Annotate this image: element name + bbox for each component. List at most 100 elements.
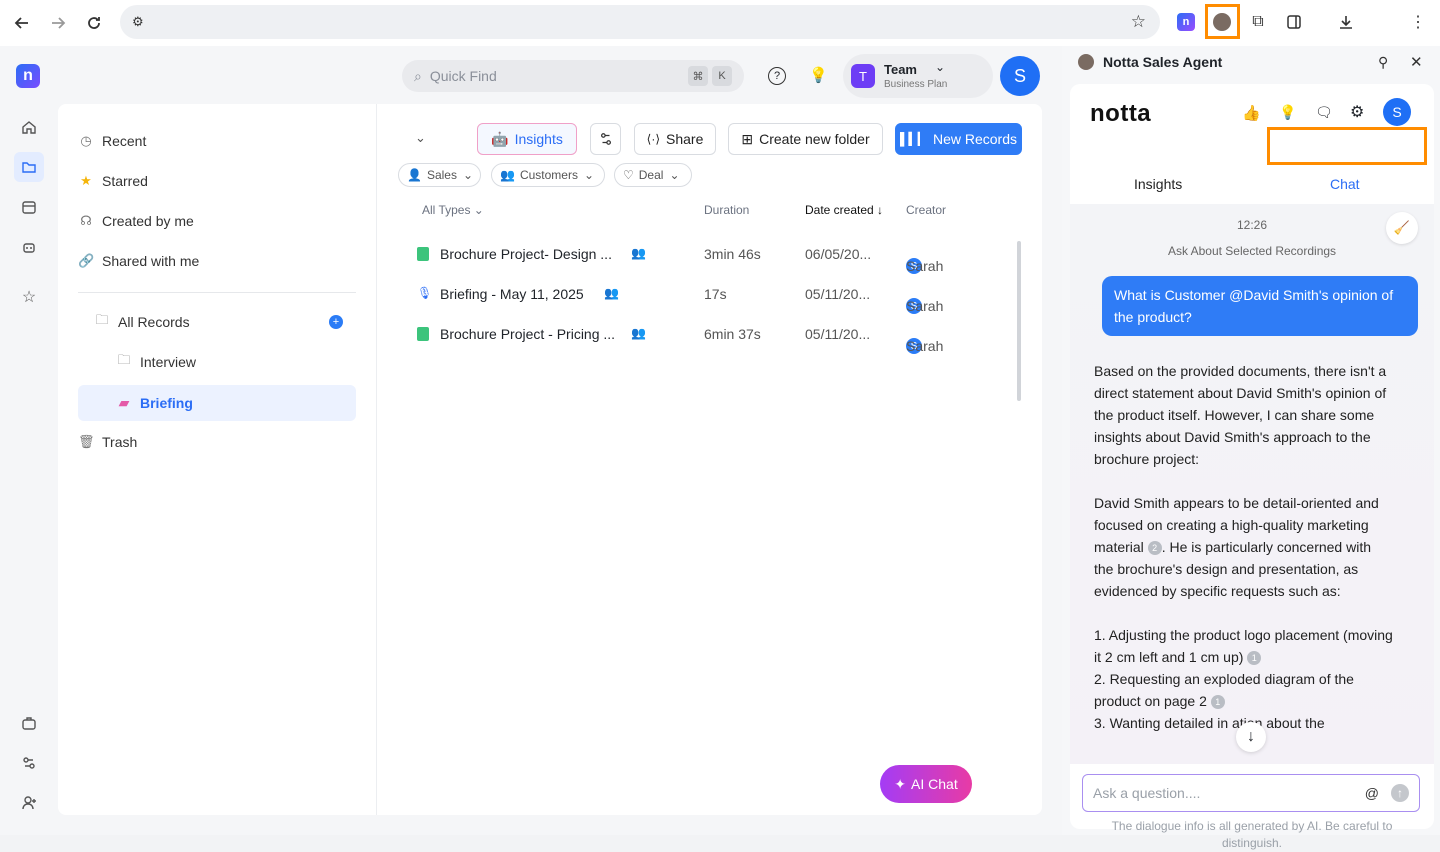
filter-customers[interactable]: 👥 Customers ⌄ [491,163,605,187]
citation-badge[interactable]: 1 [1247,651,1262,665]
help-icon[interactable]: ? [768,67,786,85]
table-row[interactable]: Brochure Project - Pricing ... 👥 6min 37… [417,314,997,354]
folder-icon[interactable] [14,152,44,182]
mention-icon[interactable]: @ [1365,785,1379,801]
address-bar[interactable]: ⚙ ☆ [120,5,1160,39]
sidebar-item-all-records[interactable]: 🗀 All Records [94,304,190,340]
ask-placeholder: Ask a question.... [1093,785,1201,801]
ai-chat-button[interactable]: ✦ AI Chat [880,765,972,803]
sidebar-item-interview[interactable]: 🗀 Interview [116,344,196,380]
insights-button[interactable]: 🤖 Insights [477,123,577,155]
send-icon[interactable]: ↑ [1391,784,1409,802]
filter-sales[interactable]: 👤 Sales ⌄ [398,163,481,187]
audio-file-icon [417,247,429,261]
sidebar-item-briefing[interactable]: ▰ Briefing [116,385,193,421]
create-folder-button[interactable]: ⊞ Create new folder [728,123,883,155]
record-date: 05/11/20... [805,326,871,342]
reload-icon[interactable] [76,5,112,41]
person-icon: 👤 [407,168,422,182]
chevron-down-icon: ⌄ [462,168,474,182]
gear-icon[interactable]: ⚙ [1350,102,1364,122]
collapse-chevron-icon[interactable]: ⌄ [415,130,426,146]
sparkle-icon: ✦ [894,775,907,792]
tab-chat[interactable]: Chat [1330,176,1360,192]
star-icon[interactable]: ☆ [1131,12,1146,32]
side-panel-header: Notta Sales Agent [1078,54,1222,70]
sidebar-item-recent[interactable]: ◷ Recent [78,123,146,159]
share-icon: ⟨·⟩ [646,132,660,146]
citation-badge[interactable]: 2 [1147,541,1162,555]
user-avatar[interactable]: S [1383,98,1411,126]
notta-extension-icon[interactable]: n [1170,6,1202,38]
star-icon: ★ [80,173,92,188]
search-icon: ⌕ [414,67,422,84]
download-icon[interactable] [1330,6,1362,38]
sidebar-item-trash[interactable]: 🗑 Trash [78,424,137,460]
trash-icon: 🗑 [78,434,95,449]
share-button-label: Share [666,131,704,147]
tab-insights[interactable]: Insights [1134,176,1182,192]
pin-icon[interactable]: ⚲ [1378,54,1388,71]
bot-icon[interactable] [14,232,44,262]
home-icon[interactable] [14,112,44,142]
notta-logo-icon[interactable]: n [16,64,40,88]
filter-label: Sales [426,168,457,182]
favorites-star-icon[interactable]: ☆ [14,282,44,312]
new-records-button[interactable]: ▌▍▎ New Records [895,123,1022,155]
sidebar-item-label: Interview [140,354,197,370]
filter-label: Customers [519,168,578,182]
broom-icon[interactable]: 🧹 [1386,212,1418,244]
date-created-header[interactable]: Date created ↓ [805,203,883,217]
creator-header[interactable]: Creator [906,203,946,217]
forward-icon[interactable] [40,5,76,41]
integrations-icon[interactable] [14,748,44,778]
side-panel-icon[interactable] [1278,6,1310,38]
duration-header[interactable]: Duration [704,203,749,217]
audio-file-icon [417,327,429,341]
thumbs-up-icon[interactable]: 👍 [1242,104,1261,122]
sidebar-item-starred[interactable]: ★ Starred [78,163,148,199]
scroll-down-icon[interactable]: ↓ [1236,722,1266,752]
icon-rail: n ☆ [0,46,58,835]
quick-find-input[interactable]: ⌕ Quick Find ⌘ K [402,60,744,92]
scrollbar[interactable] [1017,241,1021,401]
browser-toolbar: ⚙ ☆ n ⧉ ⋮ [0,0,1440,46]
lightbulb-icon[interactable]: 💡 [1279,104,1296,121]
calendar-icon[interactable] [14,192,44,222]
back-icon[interactable] [4,5,40,41]
add-folder-icon: ⊞ [741,130,754,147]
site-settings-icon[interactable]: ⚙ [132,14,144,30]
table-row[interactable]: 🎙 Briefing - May 11, 2025 👥 17s 05/11/20… [417,274,997,314]
briefcase-icon[interactable] [14,708,44,738]
type-filter-header[interactable]: All Types ⌄ [422,203,484,217]
sidebar-item-created-by-me[interactable]: ☊ Created by me [78,203,194,239]
add-folder-icon[interactable]: + [329,315,343,329]
ask-question-input[interactable]: Ask a question.... @ ↑ [1082,774,1420,812]
chevron-down-icon: ⌄ [935,60,946,74]
share-button[interactable]: ⟨·⟩ Share [634,123,716,155]
workflow-button[interactable] [590,123,621,155]
team-switcher[interactable]: T Team Business Plan ⌄ [843,54,993,98]
add-user-icon[interactable] [14,788,44,818]
chevron-down-icon: ⌄ [583,168,595,182]
chat-timestamp: 12:26 [1236,218,1268,232]
close-icon[interactable]: ✕ [1410,53,1423,71]
sidebar-item-label: All Records [118,314,190,330]
notta-app: n ☆ ⌕ Quick Find ⌘ K ? 💡 T Team Business… [0,46,1062,835]
chat-messages[interactable]: 12:26 🧹 Ask About Selected Recordings Wh… [1070,204,1434,764]
headphones-icon: ☊ [80,213,92,228]
link-icon: 🔗 [78,253,95,268]
table-row[interactable]: Brochure Project- Design ... 👥 3min 46s … [417,234,997,274]
citation-badge[interactable]: 1 [1210,695,1225,709]
filter-label: Deal [638,168,664,182]
agent-avatar-icon [1078,54,1094,70]
feedback-icon[interactable]: 🗨 [1315,104,1333,121]
filter-deal[interactable]: ♡ Deal ⌄ [614,163,692,187]
menu-icon[interactable]: ⋮ [1402,6,1434,38]
lightbulb-icon[interactable]: 💡 [809,66,828,84]
record-duration: 17s [704,286,727,302]
extensions-icon[interactable]: ⧉ [1242,6,1274,38]
user-avatar[interactable]: S [1000,56,1040,96]
notta-wordmark: notta [1090,100,1152,127]
sidebar-item-shared-with-me[interactable]: 🔗 Shared with me [78,243,199,279]
